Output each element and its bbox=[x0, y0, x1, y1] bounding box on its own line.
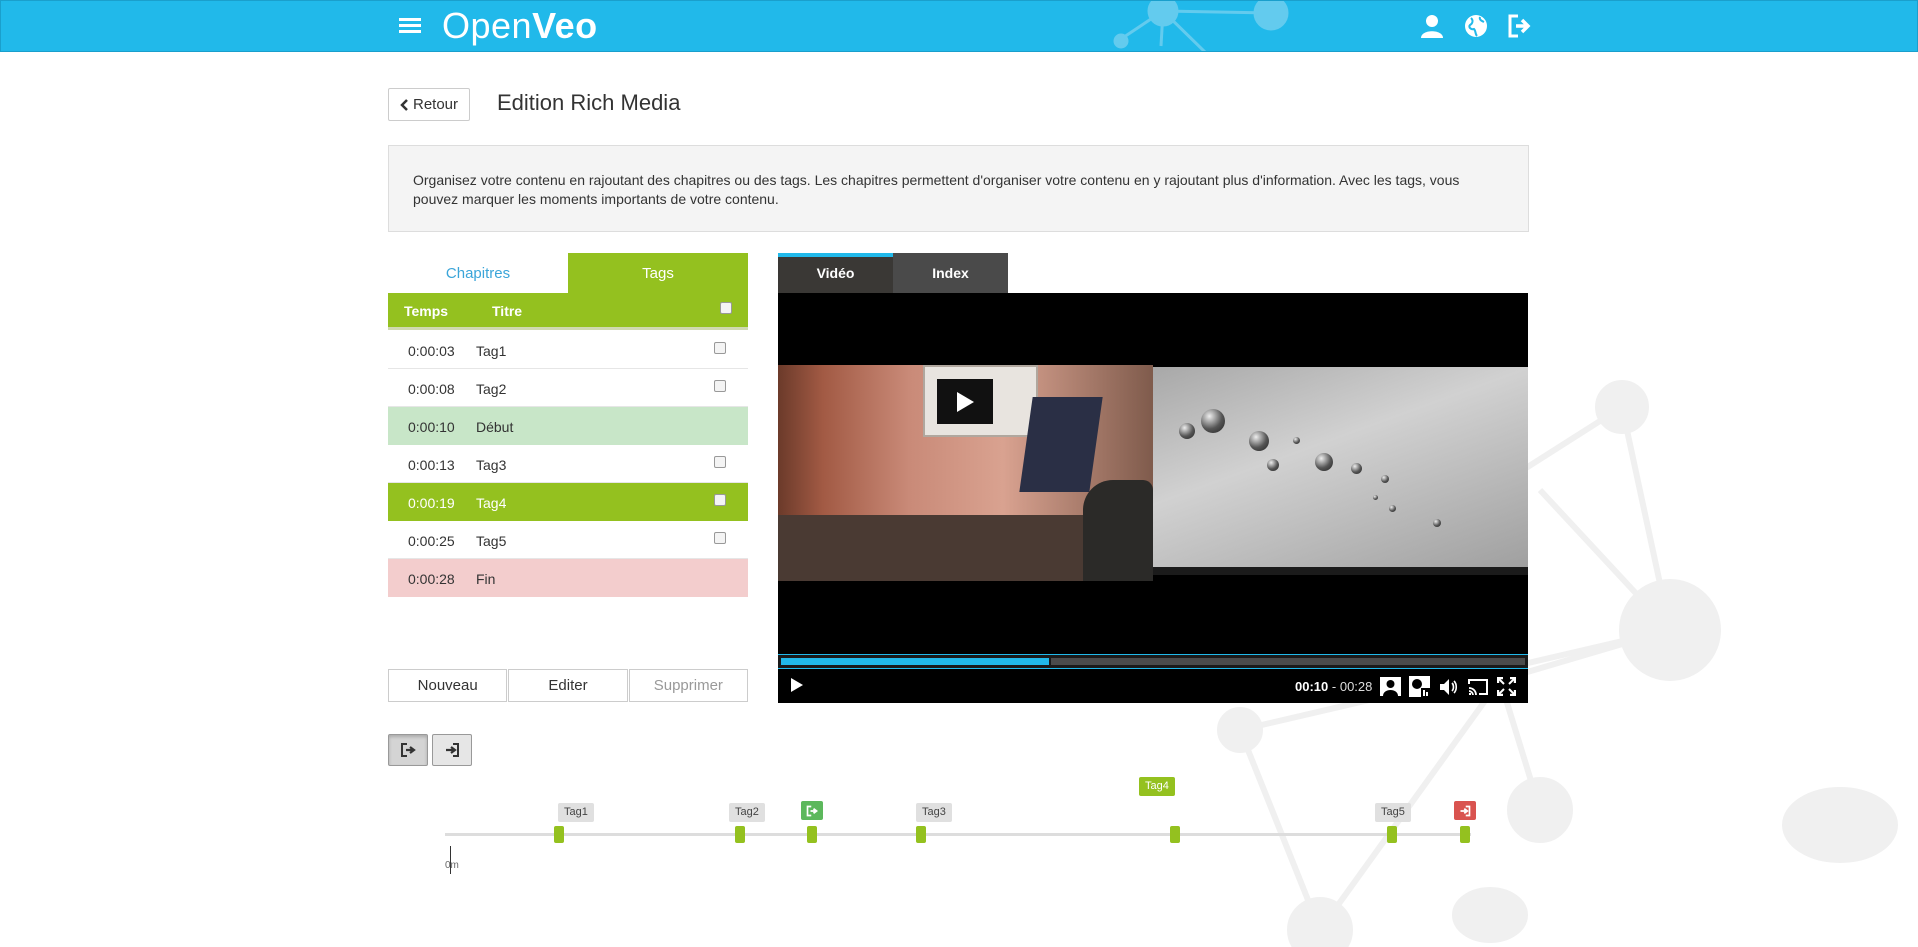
logout-icon[interactable] bbox=[1505, 11, 1535, 41]
row-title: Début bbox=[476, 419, 514, 435]
timeline-label-begin[interactable] bbox=[801, 801, 823, 820]
table-row-begin[interactable]: 0:00:10 Début bbox=[388, 407, 748, 445]
timeline-marker-tag3[interactable] bbox=[916, 826, 926, 843]
slides-video bbox=[1153, 367, 1528, 575]
player-tab-bar: Vidéo Index bbox=[778, 253, 1008, 293]
table-row-end[interactable]: 0:00:28 Fin bbox=[388, 559, 748, 597]
play-icon bbox=[791, 678, 803, 692]
chevron-left-icon bbox=[400, 98, 408, 111]
row-time: 0:00:10 bbox=[408, 419, 455, 435]
row-time: 0:00:08 bbox=[408, 381, 455, 397]
timeline-label-end[interactable] bbox=[1454, 801, 1476, 820]
timeline-marker-tag4[interactable] bbox=[1170, 826, 1180, 843]
timeline-track[interactable] bbox=[445, 833, 1471, 836]
tab-tags[interactable]: Tags bbox=[568, 253, 748, 293]
play-icon bbox=[957, 391, 974, 412]
cast-icon[interactable] bbox=[1467, 676, 1488, 697]
timeline-marker-tag1[interactable] bbox=[554, 826, 564, 843]
sign-in-icon bbox=[1460, 805, 1471, 816]
row-time: 0:00:25 bbox=[408, 533, 455, 549]
sign-out-icon bbox=[806, 805, 818, 816]
time-separator: - bbox=[1331, 679, 1337, 694]
table-header: Temps Titre bbox=[388, 293, 748, 330]
network-decoration bbox=[1113, 1, 1289, 51]
page-title: Edition Rich Media bbox=[497, 90, 681, 115]
table-row[interactable]: 0:00:13 Tag3 bbox=[388, 445, 748, 483]
globe-icon[interactable] bbox=[1461, 11, 1491, 41]
table-row[interactable]: 0:00:08 Tag2 bbox=[388, 369, 748, 407]
top-bar: OpenVeo bbox=[0, 0, 1918, 52]
timeline-label-tag5[interactable]: Tag5 bbox=[1375, 803, 1411, 822]
set-begin-button[interactable] bbox=[388, 734, 428, 766]
laptop bbox=[1019, 397, 1103, 492]
timeline-label-tag2[interactable]: Tag2 bbox=[729, 803, 765, 822]
row-title: Tag1 bbox=[476, 343, 507, 359]
current-time: 00:10 bbox=[1295, 679, 1329, 694]
tab-video[interactable]: Vidéo bbox=[778, 253, 893, 293]
timeline-label-tag4[interactable]: Tag4 bbox=[1139, 777, 1175, 796]
tab-chapitres[interactable]: Chapitres bbox=[388, 253, 568, 293]
delete-button[interactable]: Supprimer bbox=[628, 669, 748, 702]
timeline-marker-begin[interactable] bbox=[807, 826, 817, 843]
tab-bar: Chapitres Tags bbox=[388, 253, 748, 293]
duration: 00:28 bbox=[1339, 679, 1373, 694]
row-checkbox[interactable] bbox=[714, 532, 726, 544]
timeline-marker-tag5[interactable] bbox=[1387, 826, 1397, 843]
row-title: Fin bbox=[476, 571, 496, 587]
timeline[interactable]: Tag1 Tag2 Tag3 Tag4 Tag5 0m bbox=[0, 770, 1918, 880]
select-all-checkbox[interactable] bbox=[720, 302, 732, 314]
row-time: 0:00:28 bbox=[408, 571, 455, 587]
row-time: 0:00:13 bbox=[408, 457, 455, 473]
progress-remaining bbox=[1051, 658, 1525, 665]
back-button-label: Retour bbox=[412, 96, 459, 113]
presentation-layout-icon[interactable] bbox=[1409, 676, 1430, 697]
presenter-layout-icon[interactable] bbox=[1380, 676, 1401, 697]
row-checkbox[interactable] bbox=[714, 456, 726, 468]
sign-out-icon bbox=[401, 743, 416, 757]
volume-icon[interactable] bbox=[1438, 676, 1459, 697]
table-row[interactable]: 0:00:25 Tag5 bbox=[388, 521, 748, 559]
time-display: 00:10 - 00:28 bbox=[1295, 679, 1372, 694]
column-header-title: Titre bbox=[492, 303, 523, 319]
chair bbox=[1083, 480, 1153, 581]
user-icon[interactable] bbox=[1417, 11, 1447, 41]
set-end-button[interactable] bbox=[432, 734, 472, 766]
timeline-zero-label: 0m bbox=[445, 860, 459, 871]
sign-in-icon bbox=[446, 743, 459, 757]
row-checkbox[interactable] bbox=[714, 342, 726, 354]
row-title: Tag2 bbox=[476, 381, 507, 397]
edit-button[interactable]: Editer bbox=[508, 669, 628, 702]
back-button[interactable]: Retour bbox=[388, 88, 470, 121]
video-player[interactable]: 00:10 - 00:28 bbox=[778, 293, 1528, 703]
big-play-button[interactable] bbox=[937, 379, 993, 424]
tag-list: 0:00:03 Tag1 0:00:08 Tag2 0:00:10 Début … bbox=[388, 331, 748, 597]
action-buttons: Nouveau Editer Supprimer bbox=[388, 669, 748, 702]
column-header-time: Temps bbox=[404, 303, 449, 319]
play-button[interactable] bbox=[790, 677, 804, 698]
row-title: Tag4 bbox=[476, 495, 507, 511]
row-time: 0:00:03 bbox=[408, 343, 455, 359]
tab-index[interactable]: Index bbox=[893, 253, 1008, 293]
table-row-selected[interactable]: 0:00:19 Tag4 bbox=[388, 483, 748, 521]
row-checkbox[interactable] bbox=[714, 380, 726, 392]
row-checkbox[interactable] bbox=[714, 494, 726, 506]
timeline-marker-end[interactable] bbox=[1460, 826, 1470, 843]
row-title: Tag5 bbox=[476, 533, 507, 549]
openveo-logo[interactable]: OpenVeo bbox=[442, 5, 598, 47]
progress-fill bbox=[781, 658, 1049, 665]
timeline-label-tag1[interactable]: Tag1 bbox=[558, 803, 594, 822]
table-row[interactable]: 0:00:03 Tag1 bbox=[388, 331, 748, 369]
menu-icon[interactable] bbox=[397, 15, 423, 39]
row-time: 0:00:19 bbox=[408, 495, 455, 511]
progress-bar[interactable] bbox=[778, 654, 1528, 669]
fullscreen-icon[interactable] bbox=[1496, 676, 1517, 697]
timeline-marker-tag2[interactable] bbox=[735, 826, 745, 843]
timeline-label-tag3[interactable]: Tag3 bbox=[916, 803, 952, 822]
new-button[interactable]: Nouveau bbox=[388, 669, 508, 702]
row-title: Tag3 bbox=[476, 457, 507, 473]
info-box: Organisez votre contenu en rajoutant des… bbox=[388, 145, 1529, 232]
